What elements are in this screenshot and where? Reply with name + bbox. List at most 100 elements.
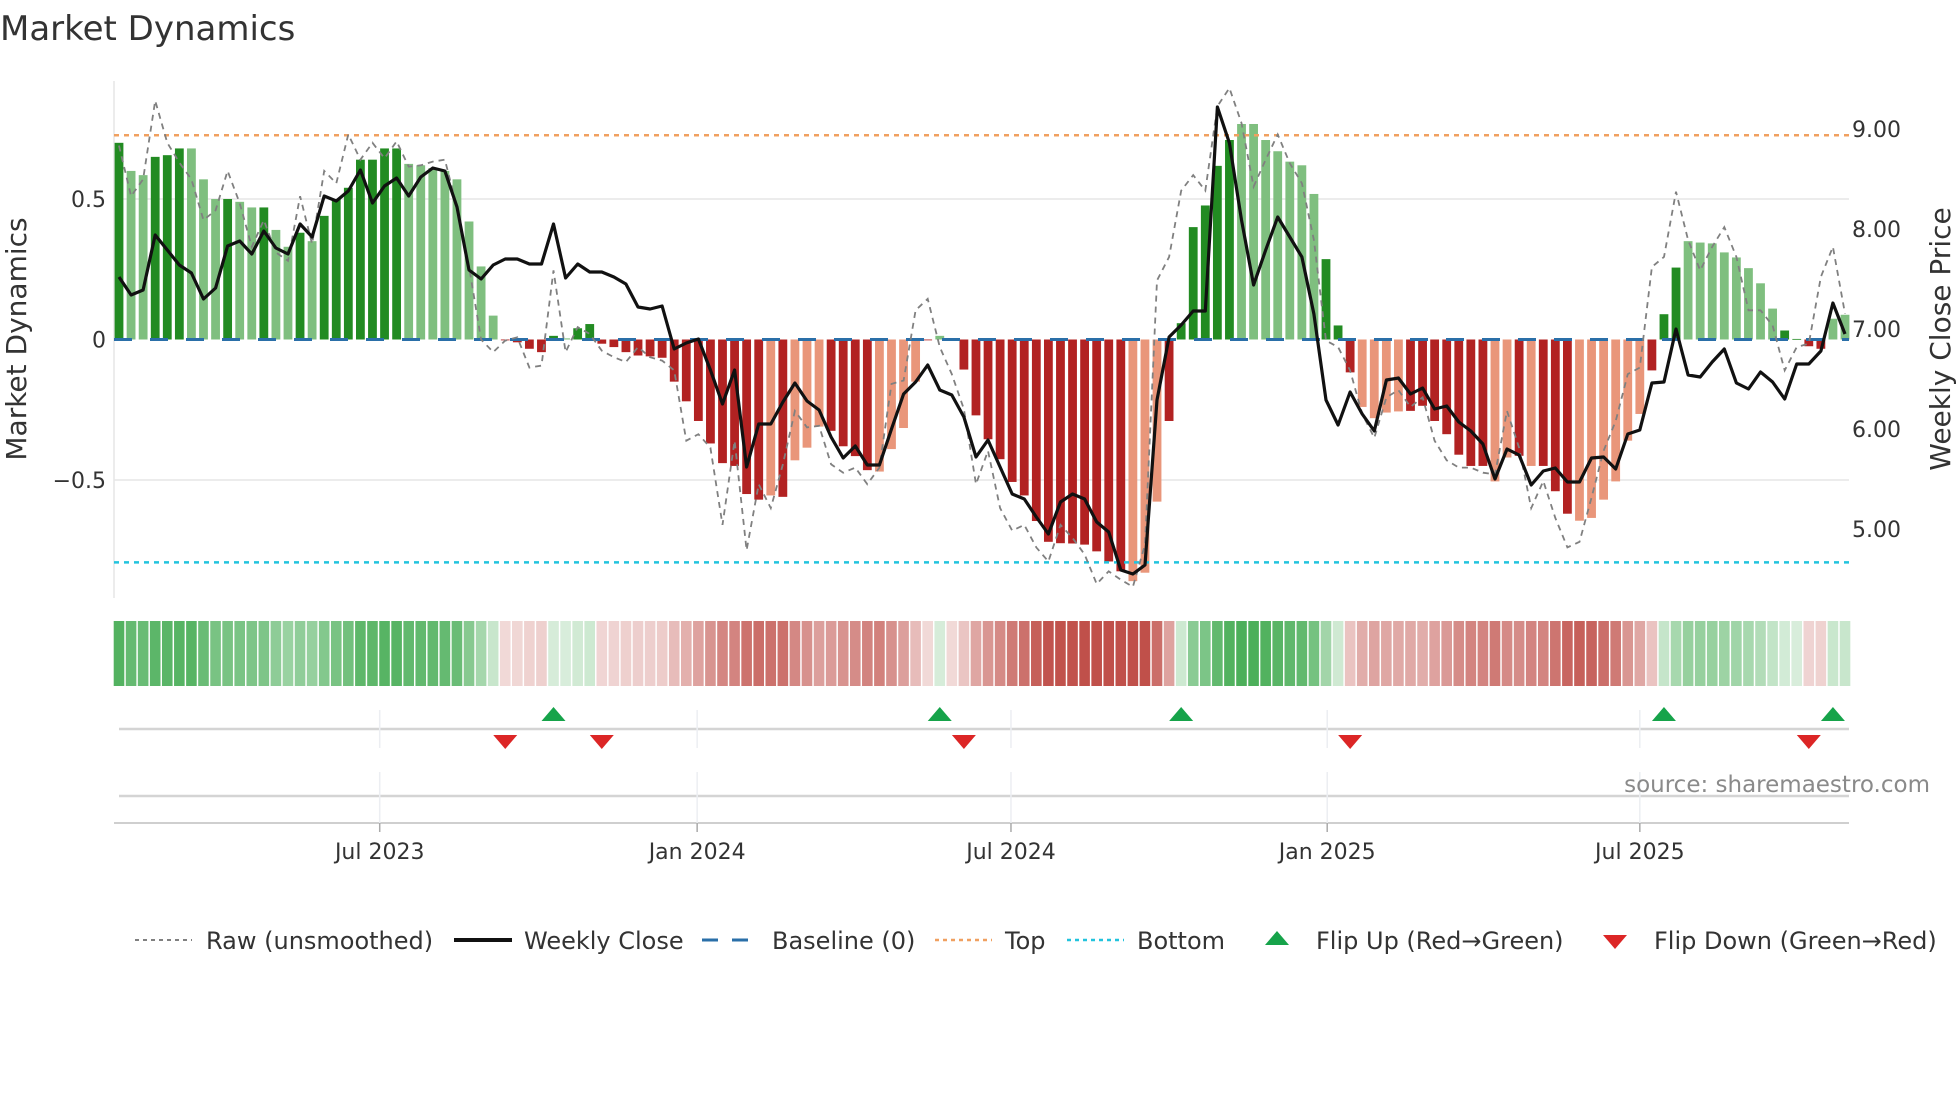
- strip-cell: [1453, 621, 1465, 686]
- strip-cell: [596, 621, 608, 686]
- strip-cell: [306, 621, 318, 686]
- strip-cell: [994, 621, 1006, 686]
- strip-cell: [668, 621, 680, 686]
- source-label: source: sharemaestro.com: [1624, 772, 1930, 798]
- dynamics-bar: [1502, 339, 1512, 458]
- dynamics-bar: [573, 328, 583, 340]
- strip-cell: [729, 621, 740, 686]
- x-tick-label: Jul 2023: [333, 840, 425, 865]
- strip-cell: [837, 621, 849, 686]
- strip-cell: [1839, 621, 1851, 686]
- strip-cell: [451, 621, 463, 686]
- strip-cell: [463, 621, 475, 686]
- strip-cell: [1079, 621, 1090, 686]
- strip-cell: [910, 621, 921, 686]
- dynamics-bar: [223, 199, 233, 340]
- strip-cell: [584, 621, 596, 686]
- dynamics-bar: [754, 339, 764, 500]
- strip-cell: [125, 621, 137, 686]
- strip-cell: [246, 621, 258, 686]
- market-dynamics-chart: Market Dynamics 0.5 0 −0.5 9.00 8.00 7.00 6.00…: [0, 9, 1957, 955]
- raw-unsmoothed-line: [118, 85, 1846, 589]
- dynamics-bar: [645, 339, 655, 357]
- dynamics-bar: [693, 339, 703, 421]
- strip-cell: [849, 621, 861, 686]
- strip-cell: [149, 621, 161, 686]
- strip-cell: [1441, 621, 1452, 686]
- strip-cell: [1767, 621, 1778, 686]
- dynamics-bar: [1116, 339, 1126, 572]
- dynamics-bar: [356, 159, 365, 340]
- strip-cell: [294, 621, 306, 686]
- strip-cell: [1091, 621, 1102, 686]
- strip-cell: [1344, 621, 1356, 686]
- dynamics-bar: [609, 339, 619, 348]
- dynamics-bar: [199, 179, 208, 340]
- dynamics-bar: [1381, 339, 1391, 413]
- dynamics-bar: [1406, 339, 1415, 411]
- dynamics-bar: [1031, 339, 1041, 522]
- legend-baseline-label: Baseline (0): [772, 927, 915, 955]
- dynamics-bar: [235, 201, 245, 340]
- strip-cell: [210, 621, 221, 686]
- strip-cell: [270, 621, 282, 686]
- strip-cell: [1248, 621, 1259, 686]
- strip-cell: [886, 621, 897, 686]
- dynamics-bar: [247, 207, 257, 340]
- strip-cell: [1163, 621, 1175, 686]
- strip-cell: [1320, 621, 1332, 686]
- dynamics-bar: [1273, 151, 1283, 340]
- dynamics-bar: [1828, 318, 1838, 340]
- dynamics-bar: [319, 215, 329, 340]
- strip-cell: [680, 621, 692, 686]
- dynamics-bar: [1514, 339, 1524, 456]
- dynamics-bar: [1599, 339, 1609, 500]
- flip-up-marker: [541, 707, 566, 721]
- dynamics-bar: [295, 232, 305, 340]
- strip-cell: [1646, 621, 1658, 686]
- strip-cell: [415, 621, 427, 686]
- flip-down-marker: [1338, 735, 1363, 749]
- strip-cell: [536, 621, 547, 686]
- dynamics-bar: [1007, 339, 1017, 482]
- x-tick-label: Jan 2024: [647, 840, 746, 865]
- flip-up-marker: [1820, 707, 1845, 721]
- dynamics-bar: [862, 339, 872, 471]
- strip-cell: [1139, 621, 1151, 686]
- strip-cell: [1296, 621, 1308, 686]
- strip-cell: [1417, 621, 1428, 686]
- dynamics-bar: [983, 339, 993, 440]
- dynamics-bar: [971, 339, 981, 416]
- flip-down-marker: [1796, 735, 1821, 749]
- strip-cell: [174, 621, 185, 686]
- dynamics-bar: [1345, 339, 1355, 373]
- strip-cell: [1405, 621, 1416, 686]
- strip-cell: [1308, 621, 1320, 686]
- strip-cell: [1368, 621, 1380, 686]
- strip-cell: [391, 621, 402, 686]
- dynamics-bar: [1043, 339, 1053, 542]
- y-axis-label-left: Market Dynamics: [0, 217, 33, 460]
- dynamics-bar: [1394, 339, 1403, 412]
- strip-cell: [222, 621, 233, 686]
- strip-cell: [282, 621, 294, 686]
- dynamics-bar: [621, 339, 631, 353]
- strip-cell: [644, 621, 656, 686]
- y-tick-right: 7.00: [1852, 318, 1901, 343]
- strip-cell: [560, 621, 571, 686]
- strip-cell: [427, 621, 439, 686]
- y-tick-right: 8.00: [1852, 218, 1901, 243]
- strip-cell: [813, 621, 825, 686]
- chart-title: Market Dynamics: [0, 9, 295, 49]
- strip-cell: [1043, 621, 1054, 686]
- dynamics-bar: [488, 315, 498, 340]
- strip-cell: [825, 621, 837, 686]
- strip-cell: [898, 621, 909, 686]
- strip-cell: [512, 621, 523, 686]
- strip-cell: [1550, 621, 1561, 686]
- dynamics-bar: [1587, 339, 1596, 518]
- strip-cell: [198, 621, 209, 686]
- strip-cell: [1706, 621, 1718, 686]
- dynamics-bar: [1744, 268, 1753, 340]
- strip-cell: [874, 621, 885, 686]
